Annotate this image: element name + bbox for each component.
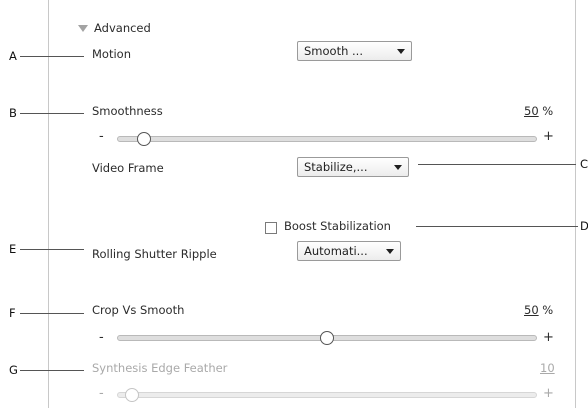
advanced-settings-panel bbox=[48, 0, 576, 408]
callout-a: A bbox=[9, 49, 17, 63]
crop-vs-smooth-value[interactable]: 50 % bbox=[524, 303, 553, 317]
callout-b: B bbox=[9, 106, 17, 120]
motion-dropdown[interactable]: Smooth ... bbox=[297, 41, 412, 61]
collapse-triangle-icon[interactable] bbox=[78, 24, 88, 32]
synthesis-edge-feather-value: 10 bbox=[540, 361, 555, 375]
boost-stabilization-label[interactable]: Boost Stabilization bbox=[284, 219, 391, 233]
callout-c-line bbox=[418, 164, 576, 165]
callout-d-line bbox=[416, 226, 578, 227]
callout-d: D bbox=[580, 219, 588, 233]
crop-vs-smooth-value-number[interactable]: 50 bbox=[524, 303, 539, 317]
callout-f: F bbox=[9, 306, 16, 320]
callout-e: E bbox=[9, 242, 17, 256]
rolling-shutter-label: Rolling Shutter Ripple bbox=[92, 247, 217, 261]
synthesis-edge-feather-label: Synthesis Edge Feather bbox=[92, 361, 228, 375]
video-frame-dropdown[interactable]: Stabilize,... bbox=[297, 157, 409, 177]
motion-dropdown-value: Smooth ... bbox=[304, 44, 363, 58]
crop-vs-smooth-label: Crop Vs Smooth bbox=[92, 303, 185, 317]
smoothness-label: Smoothness bbox=[92, 104, 163, 118]
callout-f-line bbox=[20, 313, 84, 314]
video-frame-label: Video Frame bbox=[92, 161, 164, 175]
rolling-shutter-dropdown-value: Automati... bbox=[304, 244, 368, 258]
crop-vs-smooth-unit: % bbox=[542, 303, 554, 317]
rolling-shutter-dropdown[interactable]: Automati... bbox=[297, 241, 401, 261]
smoothness-value[interactable]: 50 % bbox=[524, 104, 553, 118]
synthesis-edge-feather-value-number: 10 bbox=[540, 361, 555, 375]
smoothness-unit: % bbox=[542, 104, 554, 118]
smoothness-slider-track[interactable] bbox=[117, 136, 537, 142]
synthesis-edge-feather-plus: + bbox=[543, 386, 554, 401]
section-title: Advanced bbox=[94, 21, 151, 35]
crop-vs-smooth-plus[interactable]: + bbox=[543, 330, 554, 345]
crop-vs-smooth-slider-thumb[interactable] bbox=[320, 331, 334, 345]
crop-vs-smooth-minus[interactable]: - bbox=[99, 330, 104, 345]
smoothness-value-number[interactable]: 50 bbox=[524, 104, 539, 118]
advanced-section-header[interactable]: Advanced bbox=[78, 21, 151, 35]
callout-c: C bbox=[580, 157, 588, 171]
boost-stabilization-checkbox[interactable] bbox=[265, 222, 277, 234]
callout-a-line bbox=[20, 56, 84, 57]
smoothness-minus[interactable]: - bbox=[99, 129, 104, 144]
motion-label: Motion bbox=[92, 47, 131, 61]
dropdown-arrow-icon bbox=[397, 48, 405, 54]
synthesis-edge-feather-slider-track bbox=[117, 392, 537, 398]
synthesis-edge-feather-slider-thumb bbox=[125, 388, 140, 402]
callout-g: G bbox=[9, 363, 18, 377]
video-frame-dropdown-value: Stabilize,... bbox=[304, 160, 368, 174]
dropdown-arrow-icon bbox=[394, 164, 402, 170]
synthesis-edge-feather-minus: - bbox=[99, 386, 104, 401]
callout-g-line bbox=[20, 370, 84, 371]
dropdown-arrow-icon bbox=[386, 248, 394, 254]
smoothness-plus[interactable]: + bbox=[543, 129, 554, 144]
callout-e-line bbox=[20, 249, 84, 250]
callout-b-line bbox=[20, 113, 84, 114]
